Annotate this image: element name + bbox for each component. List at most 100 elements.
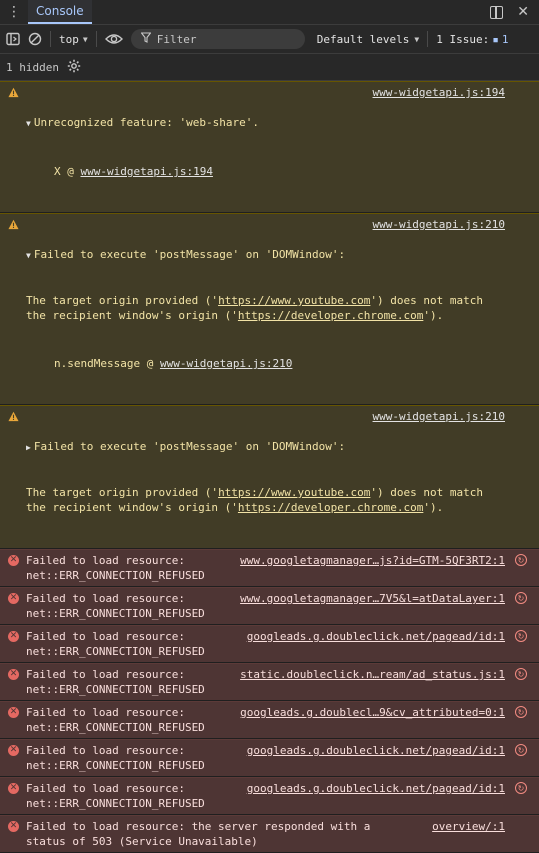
- tab-bar-actions: ✕: [490, 0, 539, 24]
- issues-label: 1 Issue:: [436, 32, 490, 46]
- error-icon: ✕: [8, 555, 19, 566]
- log-levels-label: Default levels: [316, 32, 410, 46]
- chevron-down-icon: ▼: [414, 34, 420, 44]
- message-text: Failed to execute 'postMessage' on 'DOMW…: [33, 248, 346, 261]
- warning-icon: [8, 411, 19, 426]
- error-icon: ✕: [8, 745, 19, 756]
- execution-context-select[interactable]: top ▼: [59, 33, 88, 46]
- message-source-link[interactable]: www.googletagmanager…js?id=GTM-5QF3RT2:1: [236, 553, 505, 568]
- stack-source-link[interactable]: www-widgetapi.js:194: [81, 165, 213, 178]
- message-text: net::ERR_CONNECTION_REFUSED: [26, 645, 205, 658]
- dock-side-icon[interactable]: [490, 5, 504, 19]
- console-warning: ▼ Failed to execute 'postMessage' on 'DOM…: [0, 213, 539, 405]
- console-error: ✕ Failed to load resource: net::ERR_CONNE…: [0, 587, 539, 625]
- network-request-icon[interactable]: ↻: [515, 782, 527, 794]
- chevron-down-icon: ▼: [82, 34, 88, 44]
- issue-info-icon: ▪: [492, 32, 499, 46]
- hidden-messages-bar: 1 hidden: [0, 54, 539, 81]
- error-icon: ✕: [8, 631, 19, 642]
- stack-trace: n.sendMessage @ www-widgetapi.js:210: [26, 356, 503, 371]
- console-error: ✕ Failed to load resource: net::ERR_CONNE…: [0, 625, 539, 663]
- issues-counter[interactable]: 1 Issue: ▪ 1: [436, 33, 508, 46]
- error-icon: ✕: [8, 669, 19, 680]
- expand-triangle-icon[interactable]: ▶: [26, 443, 31, 452]
- message-text: The target origin provided (': [26, 294, 219, 307]
- expand-triangle-icon[interactable]: ▼: [26, 251, 31, 260]
- message-text: status of 503 (Service Unavailable): [26, 835, 258, 848]
- stack-prefix: X @: [54, 165, 81, 178]
- warning-icon: [8, 219, 19, 234]
- origin-link[interactable]: https://developer.chrome.com: [238, 309, 423, 322]
- hidden-count: 1 hidden: [6, 60, 59, 74]
- network-request-icon[interactable]: ↻: [515, 668, 527, 680]
- origin-link[interactable]: https://www.youtube.com: [218, 486, 370, 499]
- message-body: ▼ Unrecognized feature: 'web-share'. X @ …: [26, 85, 503, 209]
- live-expression-eye-icon[interactable]: [104, 32, 123, 46]
- message-text: net::ERR_CONNECTION_REFUSED: [26, 759, 205, 772]
- clear-console-icon[interactable]: [28, 32, 42, 46]
- console-warning: ▶ Failed to execute 'postMessage' on 'DOM…: [0, 405, 539, 549]
- error-icon: ✕: [8, 783, 19, 794]
- console-error: ✕ Failed to load resource: net::ERR_CONNE…: [0, 777, 539, 815]
- message-source-link[interactable]: www-widgetapi.js:194: [368, 85, 505, 100]
- message-body: ▶ Failed to execute 'postMessage' on 'DOM…: [26, 409, 503, 545]
- network-request-icon[interactable]: ↻: [515, 706, 527, 718]
- message-source-link[interactable]: overview/:1: [428, 819, 505, 834]
- message-text: net::ERR_CONNECTION_REFUSED: [26, 607, 205, 620]
- message-text: ').: [423, 309, 444, 322]
- message-source-link[interactable]: www-widgetapi.js:210: [368, 217, 505, 232]
- message-source-link[interactable]: googleads.g.doubleclick.net/pagead/id:1: [242, 781, 505, 796]
- console-error: ✕ Failed to load resource: net::ERR_CONNE…: [0, 701, 539, 739]
- gear-icon[interactable]: [67, 59, 81, 76]
- console-error: ✕ Failed to load resource: net::ERR_CONNE…: [0, 549, 539, 587]
- toolbar-divider: [427, 31, 429, 47]
- tab-console[interactable]: Console: [28, 0, 92, 24]
- network-request-icon[interactable]: ↻: [515, 592, 527, 604]
- message-source-link[interactable]: static.doubleclick.n…ream/ad_status.js:1: [236, 667, 505, 682]
- sidebar-toggle-icon[interactable]: [6, 32, 20, 46]
- console-warning: ▼ Unrecognized feature: 'web-share'. X @ …: [0, 81, 539, 213]
- filter-funnel-icon: [140, 32, 152, 46]
- expand-triangle-icon[interactable]: ▼: [26, 119, 31, 128]
- console-error: ✕ Failed to load resource: net::ERR_CONNE…: [0, 663, 539, 701]
- issues-count: 1: [501, 32, 509, 46]
- error-icon: ✕: [8, 821, 19, 832]
- console-toolbar: top ▼ Default levels ▼ 1 Issue: ▪ 1: [0, 25, 539, 54]
- warning-icon: [8, 87, 19, 102]
- message-text: net::ERR_CONNECTION_REFUSED: [26, 721, 205, 734]
- message-source-link[interactable]: googleads.g.doubleclick.net/pagead/id:1: [242, 743, 505, 758]
- devtools-tab-bar: ⋮ Console ✕: [0, 0, 539, 25]
- console-error: ✕ Failed to load resource: net::ERR_CONNE…: [0, 739, 539, 777]
- filter-box: [130, 29, 305, 49]
- message-body: ▼ Failed to execute 'postMessage' on 'DOM…: [26, 217, 503, 401]
- message-source-link[interactable]: www-widgetapi.js:210: [368, 409, 505, 424]
- filter-input[interactable]: [156, 32, 297, 46]
- message-text: Unrecognized feature: 'web-share'.: [33, 116, 259, 129]
- network-request-icon[interactable]: ↻: [515, 630, 527, 642]
- message-source-link[interactable]: googleads.g.doubleclick.net/pagead/id:1: [242, 629, 505, 644]
- network-request-icon[interactable]: ↻: [515, 744, 527, 756]
- message-source-link[interactable]: www.googletagmanager…7V5&l=atDataLayer:1: [236, 591, 505, 606]
- toolbar-divider: [50, 31, 51, 47]
- message-text: net::ERR_CONNECTION_REFUSED: [26, 797, 205, 810]
- message-text: net::ERR_CONNECTION_REFUSED: [26, 569, 205, 582]
- message-text: net::ERR_CONNECTION_REFUSED: [26, 683, 205, 696]
- close-icon[interactable]: ✕: [517, 5, 529, 19]
- error-icon: ✕: [8, 593, 19, 604]
- origin-link[interactable]: https://developer.chrome.com: [238, 501, 423, 514]
- origin-link[interactable]: https://www.youtube.com: [218, 294, 370, 307]
- message-source-link[interactable]: googleads.g.doublecl…9&cv_attributed=0:1: [236, 705, 505, 720]
- network-request-icon[interactable]: ↻: [515, 554, 527, 566]
- message-text: The target origin provided (': [26, 486, 219, 499]
- error-icon: ✕: [8, 707, 19, 718]
- stack-source-link[interactable]: www-widgetapi.js:210: [160, 357, 292, 370]
- more-options-icon[interactable]: ⋮: [0, 0, 28, 24]
- console-messages: ▼ Unrecognized feature: 'web-share'. X @ …: [0, 81, 539, 853]
- message-text: ').: [423, 501, 444, 514]
- execution-context-label: top: [59, 32, 79, 46]
- log-levels-dropdown[interactable]: Default levels ▼: [317, 33, 420, 46]
- toolbar-divider: [95, 31, 97, 47]
- message-text: Failed to execute 'postMessage' on 'DOMW…: [33, 440, 346, 453]
- stack-prefix: n.sendMessage @: [54, 357, 160, 370]
- stack-trace: X @ www-widgetapi.js:194: [26, 164, 503, 179]
